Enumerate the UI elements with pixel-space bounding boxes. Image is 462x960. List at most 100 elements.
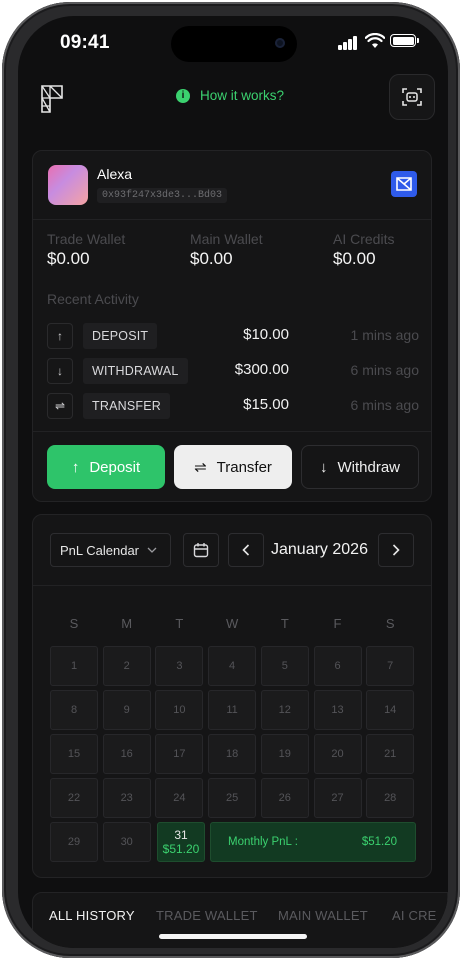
withdraw-button[interactable]: ↓ Withdraw bbox=[301, 445, 419, 489]
weekday-label: F bbox=[333, 616, 342, 631]
calendar-day[interactable]: 14 bbox=[366, 690, 415, 730]
how-it-works-label: How it works? bbox=[200, 88, 285, 103]
calendar-day[interactable]: 7 bbox=[366, 646, 415, 686]
calendar-day[interactable]: 28 bbox=[366, 778, 415, 818]
calendar-day[interactable]: 27 bbox=[313, 778, 362, 818]
pnl-calendar-select[interactable]: PnL Calendar bbox=[50, 533, 171, 567]
month-label: January 2026 bbox=[271, 541, 368, 558]
transfer-label: Transfer bbox=[216, 458, 272, 476]
monthly-pnl-label: Monthly PnL : bbox=[228, 836, 298, 848]
app-screen: 09:41 i How it works? Alexa 0x93f247x3de… bbox=[18, 16, 448, 948]
calendar-day[interactable]: 16 bbox=[102, 734, 151, 774]
top-bar: i How it works? bbox=[18, 74, 448, 130]
scan-robot-icon bbox=[402, 88, 422, 106]
calendar-icon bbox=[193, 543, 209, 558]
calendar-day[interactable]: 20 bbox=[313, 734, 362, 774]
weekday-label: S bbox=[385, 616, 395, 631]
arrow-down-icon: ↓ bbox=[319, 458, 328, 476]
deposit-button[interactable]: ↑ Deposit bbox=[47, 445, 165, 489]
transfer-button[interactable]: ⇌ Transfer bbox=[174, 445, 292, 489]
calendar-day[interactable]: 9 bbox=[102, 690, 151, 730]
weekday-label: W bbox=[225, 616, 239, 631]
calendar-day[interactable]: 17 bbox=[155, 734, 204, 774]
calendar-button[interactable] bbox=[183, 533, 219, 567]
balance-value: $0.00 bbox=[47, 249, 90, 268]
activity-time: 1 mins ago bbox=[350, 327, 419, 343]
activity-row[interactable]: ↓ WITHDRAWAL $300.00 6 mins ago bbox=[47, 358, 419, 386]
weekday-label: T bbox=[175, 616, 184, 631]
calendar-day[interactable]: 26 bbox=[260, 778, 309, 818]
calendar-day[interactable]: 5 bbox=[260, 646, 309, 686]
day-pnl: $51.20 bbox=[162, 842, 200, 856]
prev-month-button[interactable] bbox=[228, 533, 264, 567]
monthly-pnl-value: $51.20 bbox=[361, 836, 397, 848]
calendar-day[interactable]: 24 bbox=[155, 778, 204, 818]
chevron-left-icon bbox=[242, 544, 250, 556]
calendar-day[interactable]: 10 bbox=[155, 690, 204, 730]
calendar-day[interactable]: 30 bbox=[102, 822, 151, 862]
calendar-day[interactable]: 3 bbox=[155, 646, 204, 686]
calendar-day[interactable]: 18 bbox=[208, 734, 257, 774]
calendar-day[interactable]: 13 bbox=[313, 690, 362, 730]
tab-all-history[interactable]: ALL HISTORY bbox=[49, 908, 135, 923]
activity-time: 6 mins ago bbox=[350, 397, 419, 413]
calendar-day-active[interactable]: 31 $51.20 bbox=[157, 822, 205, 862]
scan-button[interactable] bbox=[389, 74, 435, 120]
pnl-select-label: PnL Calendar bbox=[60, 542, 140, 558]
weekday-label: M bbox=[121, 616, 133, 631]
avatar bbox=[48, 165, 88, 205]
calendar-day[interactable]: 22 bbox=[50, 778, 98, 818]
dynamic-island bbox=[171, 26, 297, 62]
recent-activity-title: Recent Activity bbox=[47, 291, 139, 307]
calendar-day[interactable]: 1 bbox=[50, 646, 98, 686]
pnl-calendar-card: PnL Calendar January 2026 SMTWTFS 123456… bbox=[32, 514, 432, 878]
battery-icon bbox=[390, 34, 419, 47]
activity-type: DEPOSIT bbox=[83, 323, 158, 349]
divider bbox=[33, 219, 431, 220]
calendar-day[interactable]: 2 bbox=[102, 646, 151, 686]
tab-main-wallet[interactable]: MAIN WALLET bbox=[278, 908, 368, 923]
chevron-down-icon bbox=[147, 547, 157, 553]
activity-time: 6 mins ago bbox=[350, 362, 419, 378]
divider bbox=[33, 585, 431, 586]
tab-ai-credits[interactable]: AI CRE bbox=[392, 908, 437, 923]
calendar-day[interactable]: 8 bbox=[50, 690, 98, 730]
balance-trade-wallet: Trade Wallet $0.00 bbox=[47, 231, 125, 269]
calendar-day[interactable]: 25 bbox=[208, 778, 257, 818]
swap-icon: ⇌ bbox=[194, 459, 207, 476]
calendar-day[interactable]: 21 bbox=[366, 734, 415, 774]
deposit-label: Deposit bbox=[89, 458, 141, 476]
balance-value: $0.00 bbox=[190, 249, 233, 268]
history-tabs: ALL HISTORY TRADE WALLET MAIN WALLET AI … bbox=[32, 892, 448, 948]
balance-value: $0.00 bbox=[333, 249, 376, 268]
app-logo-icon bbox=[41, 85, 63, 113]
wallet-address[interactable]: 0x93f247x3de3...Bd03 bbox=[97, 188, 228, 203]
activity-type: WITHDRAWAL bbox=[83, 358, 188, 384]
wifi-icon bbox=[365, 33, 385, 48]
balance-label: Main Wallet bbox=[190, 231, 263, 247]
activity-amount: $15.00 bbox=[243, 396, 289, 413]
calendar-day[interactable]: 29 bbox=[50, 822, 98, 862]
calendar-day[interactable]: 12 bbox=[260, 690, 309, 730]
calendar-day[interactable]: 19 bbox=[260, 734, 309, 774]
activity-amount: $10.00 bbox=[243, 326, 289, 343]
phone-frame: 09:41 i How it works? Alexa 0x93f247x3de… bbox=[2, 2, 460, 958]
calendar-day[interactable]: 4 bbox=[208, 646, 257, 686]
activity-row[interactable]: ↑ DEPOSIT $10.00 1 mins ago bbox=[47, 323, 419, 351]
brand-badge-icon[interactable] bbox=[391, 171, 417, 197]
next-month-button[interactable] bbox=[378, 533, 414, 567]
balance-label: Trade Wallet bbox=[47, 231, 126, 247]
day-number: 31 bbox=[174, 828, 188, 842]
calendar-day[interactable]: 11 bbox=[208, 690, 257, 730]
calendar-day[interactable]: 23 bbox=[102, 778, 151, 818]
how-it-works-link[interactable]: i How it works? bbox=[176, 88, 284, 103]
calendar-day[interactable]: 15 bbox=[50, 734, 98, 774]
status-time: 09:41 bbox=[60, 32, 110, 53]
chevron-right-icon bbox=[392, 544, 400, 556]
wallet-card: Alexa 0x93f247x3de3...Bd03 Trade Wallet … bbox=[32, 150, 432, 502]
tab-trade-wallet[interactable]: TRADE WALLET bbox=[156, 908, 258, 923]
arrow-down-icon: ↓ bbox=[47, 358, 73, 384]
balance-ai-credits: AI Credits $0.00 bbox=[333, 231, 394, 269]
activity-row[interactable]: ⇌ TRANSFER $15.00 6 mins ago bbox=[47, 393, 419, 421]
calendar-day[interactable]: 6 bbox=[313, 646, 362, 686]
